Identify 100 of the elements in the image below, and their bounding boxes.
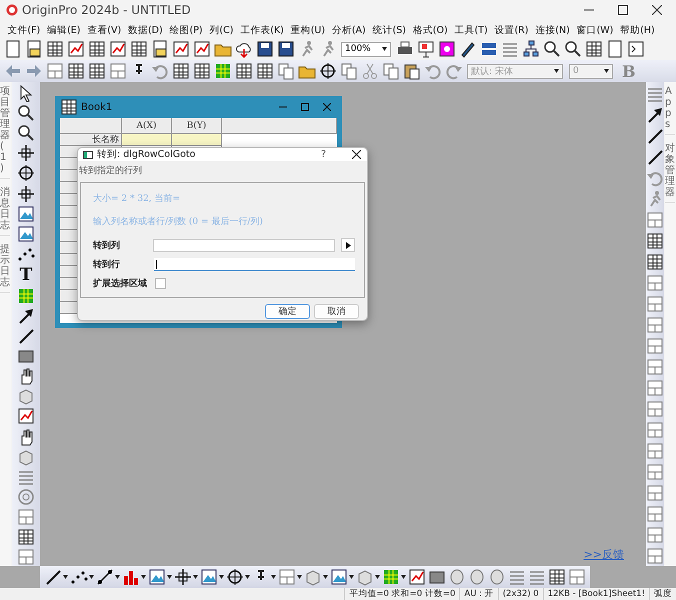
- caret-icon[interactable]: [89, 575, 94, 579]
- menu-item[interactable]: 重构(U): [287, 24, 328, 36]
- caret-icon[interactable]: [167, 575, 172, 579]
- layout-icon[interactable]: [646, 294, 664, 312]
- table-cell[interactable]: [172, 134, 222, 146]
- caret-icon[interactable]: [554, 69, 559, 73]
- side-tab[interactable]: 提示日志: [0, 240, 10, 293]
- table-icon[interactable]: [88, 40, 106, 58]
- menu-item[interactable]: 数据(D): [124, 24, 166, 36]
- side-tab[interactable]: Apps: [665, 82, 675, 135]
- target-icon[interactable]: [17, 164, 35, 182]
- table-icon[interactable]: [256, 62, 274, 80]
- arrow-icon[interactable]: [17, 306, 35, 325]
- layout-icon[interactable]: [646, 210, 664, 228]
- caret-icon[interactable]: [382, 47, 387, 51]
- copy-icon[interactable]: [340, 62, 358, 80]
- menu-item[interactable]: 分析(A): [328, 24, 370, 36]
- menu-item[interactable]: 设置(R): [491, 24, 532, 36]
- table-icon[interactable]: [548, 568, 566, 586]
- help-button[interactable]: ?: [320, 149, 326, 160]
- presentation-icon[interactable]: [416, 40, 434, 58]
- text-tool-button[interactable]: T: [20, 264, 32, 285]
- magnifier-icon[interactable]: [564, 40, 582, 58]
- terminal-icon[interactable]: [626, 40, 644, 58]
- caret-icon[interactable]: [349, 575, 354, 579]
- layout-icon[interactable]: [17, 508, 35, 526]
- caret-icon[interactable]: [63, 575, 68, 579]
- crosshair-icon[interactable]: [17, 144, 35, 162]
- line-icon[interactable]: [646, 148, 664, 166]
- side-tab[interactable]: 项目管理器 (1): [0, 82, 10, 179]
- caret-icon[interactable]: [297, 575, 302, 579]
- side-tab[interactable]: 消息日志: [0, 183, 10, 236]
- table-icon[interactable]: [88, 62, 106, 80]
- mountain-icon[interactable]: [17, 224, 35, 243]
- menu-item[interactable]: 文件(F): [4, 24, 44, 36]
- tree-icon[interactable]: [522, 40, 540, 58]
- layout-icon[interactable]: [646, 420, 664, 438]
- table-icon[interactable]: [46, 40, 64, 58]
- dialog-button[interactable]: 取消: [314, 304, 359, 319]
- stack-icon[interactable]: [480, 40, 498, 58]
- menu-item[interactable]: 连接(N): [532, 24, 574, 36]
- maximize-icon[interactable]: [301, 103, 309, 111]
- chart-icon[interactable]: [408, 568, 426, 586]
- layout-icon[interactable]: [646, 378, 664, 396]
- line-icon[interactable]: [17, 327, 35, 346]
- menu-item[interactable]: 列(C): [206, 24, 237, 36]
- page-icon[interactable]: [606, 40, 624, 58]
- mountain-icon[interactable]: [17, 204, 35, 223]
- crosshair-icon[interactable]: [174, 568, 192, 586]
- caret-icon[interactable]: [323, 575, 328, 579]
- menu-item[interactable]: 编辑(E): [44, 24, 84, 36]
- clipboard-icon[interactable]: [402, 62, 420, 80]
- close-icon[interactable]: [352, 150, 361, 159]
- caret-icon[interactable]: [375, 575, 380, 579]
- corner-cell[interactable]: [60, 118, 122, 134]
- column-field[interactable]: [153, 238, 336, 252]
- table-icon[interactable]: [646, 232, 664, 250]
- table-icon[interactable]: [646, 252, 664, 270]
- ring-icon[interactable]: [17, 488, 35, 506]
- side-tab[interactable]: 对象管理器: [665, 139, 675, 203]
- mountain-icon[interactable]: [200, 568, 218, 586]
- layout-icon[interactable]: [646, 400, 664, 418]
- layout-icon[interactable]: [17, 548, 35, 566]
- layout-icon[interactable]: [646, 336, 664, 354]
- layout-icon[interactable]: [646, 484, 664, 502]
- picker-button[interactable]: [341, 238, 355, 252]
- line-icon[interactable]: [44, 568, 62, 586]
- copy-icon[interactable]: [276, 62, 294, 80]
- crosshair-icon[interactable]: [17, 184, 35, 203]
- triangle-icon[interactable]: [346, 242, 351, 248]
- menu-item[interactable]: 格式(O): [409, 24, 452, 36]
- table-icon[interactable]: [172, 62, 190, 80]
- menu-item[interactable]: 绘图(P): [166, 24, 206, 36]
- mountain-icon[interactable]: [330, 568, 348, 586]
- target-icon[interactable]: [318, 62, 336, 80]
- menu-item[interactable]: 查看(V): [84, 24, 125, 36]
- close-icon[interactable]: [652, 5, 662, 15]
- table-icon[interactable]: [584, 40, 602, 58]
- menu-item[interactable]: 统计(S): [369, 24, 410, 36]
- table-icon[interactable]: [130, 40, 148, 58]
- page-icon[interactable]: [4, 40, 22, 58]
- chart-icon[interactable]: [17, 407, 35, 426]
- target-icon[interactable]: [226, 568, 244, 586]
- layout-icon[interactable]: [646, 316, 664, 334]
- layout-icon[interactable]: [646, 358, 664, 376]
- folder-page-icon[interactable]: [150, 40, 168, 58]
- layout-icon[interactable]: [646, 504, 664, 522]
- arrow-icon[interactable]: [646, 106, 664, 124]
- caret-icon[interactable]: [141, 575, 146, 579]
- magnifier-icon[interactable]: [542, 40, 560, 58]
- table-icon[interactable]: [234, 62, 252, 80]
- chart-icon[interactable]: [192, 40, 210, 58]
- menu-item[interactable]: 工具(T): [451, 24, 492, 36]
- checkbox[interactable]: [155, 278, 166, 289]
- menu-item[interactable]: 帮助(H): [616, 24, 658, 36]
- caret-icon[interactable]: [219, 575, 224, 579]
- caret-icon[interactable]: [271, 575, 276, 579]
- layout-icon[interactable]: [646, 442, 664, 460]
- layout-icon[interactable]: [646, 274, 664, 292]
- bar-chart-icon[interactable]: [122, 568, 140, 586]
